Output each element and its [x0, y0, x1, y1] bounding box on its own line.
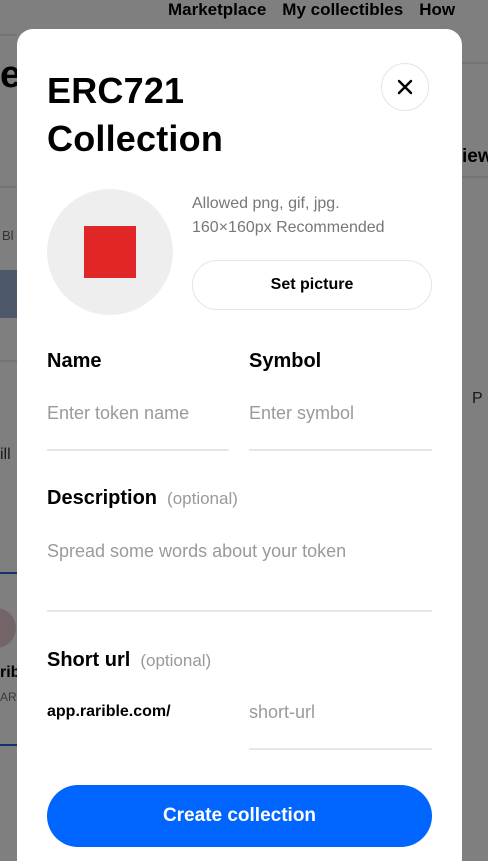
- short-url-optional: (optional): [140, 651, 212, 670]
- symbol-label: Symbol: [249, 350, 322, 372]
- picture-hint-size: 160×160px Recommended: [192, 219, 385, 236]
- short-url-input[interactable]: short-url: [249, 700, 432, 750]
- close-button[interactable]: [381, 63, 429, 111]
- close-icon: [397, 79, 413, 95]
- collection-picture-preview: [47, 189, 173, 315]
- picture-hint: Allowed png, gif, jpg. 160×160px Recomme…: [192, 192, 432, 240]
- modal-title-line1: ERC721: [47, 70, 185, 111]
- description-label-text: Description: [47, 487, 158, 509]
- name-input[interactable]: Enter token name: [47, 401, 229, 451]
- set-picture-button[interactable]: Set picture: [192, 260, 432, 310]
- symbol-input[interactable]: Enter symbol: [249, 401, 432, 451]
- short-url-label: Short url (optional): [47, 647, 211, 674]
- create-collection-modal: ERC721 Collection Allowed png, gif, jpg.…: [17, 29, 462, 861]
- modal-title: ERC721 Collection: [47, 67, 347, 163]
- short-url-prefix: app.rarible.com/: [47, 703, 171, 720]
- description-label: Description (optional): [47, 485, 238, 512]
- description-optional: (optional): [167, 489, 238, 508]
- name-label: Name: [47, 350, 102, 372]
- description-input[interactable]: Spread some words about your token: [47, 539, 432, 612]
- create-collection-button[interactable]: Create collection: [47, 785, 432, 847]
- short-url-label-text: Short url: [47, 649, 131, 671]
- picture-hint-formats: Allowed png, gif, jpg.: [192, 195, 340, 212]
- modal-title-line2: Collection: [47, 118, 224, 159]
- picture-placeholder-square: [84, 226, 136, 278]
